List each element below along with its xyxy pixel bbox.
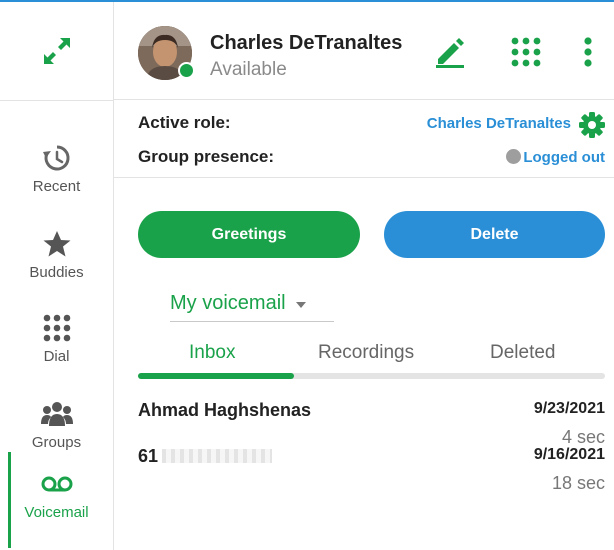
- nav-item-label: Voicemail: [24, 504, 89, 521]
- edit-button[interactable]: [430, 32, 470, 72]
- history-icon: [37, 140, 77, 176]
- expand-button[interactable]: [0, 2, 113, 101]
- voicemail-icon: [37, 466, 77, 502]
- message-date: 9/23/2021: [533, 400, 605, 417]
- header: Charles DeTranaltes Available: [114, 2, 614, 100]
- dialpad-icon: [511, 37, 541, 67]
- group-icon: [37, 396, 77, 432]
- active-role-value[interactable]: Charles DeTranaltes: [427, 115, 571, 132]
- nav-item-recent[interactable]: Recent: [0, 140, 113, 222]
- nav-item-voicemail[interactable]: Voicemail: [0, 466, 113, 548]
- presence-indicator-icon: [506, 149, 522, 164]
- active-role-label: Active role:: [138, 113, 231, 132]
- presence-dot: [178, 62, 195, 79]
- nav-item-label: Groups: [31, 434, 82, 451]
- tab-active-indicator: [138, 373, 294, 379]
- voicemail-select-value: My voicemail: [170, 292, 286, 314]
- expand-icon: [43, 38, 70, 64]
- nav-active-indicator: [8, 452, 11, 548]
- more-vertical-icon: [584, 37, 592, 67]
- message-duration: 4 sec: [561, 427, 605, 447]
- nav-item-label: Dial: [43, 348, 70, 365]
- nav-item-label: Buddies: [29, 264, 84, 281]
- voicemail-row[interactable]: 61 9/16/2021 18 sec: [114, 446, 614, 518]
- dialpad-button[interactable]: [506, 32, 546, 72]
- tab-deleted[interactable]: Deleted: [490, 342, 556, 364]
- caller-number: 61: [138, 446, 273, 467]
- caller-number-visible: 61: [138, 446, 159, 466]
- tab-recordings[interactable]: Recordings: [318, 342, 414, 364]
- star-icon: [37, 226, 77, 262]
- voicemail-select[interactable]: My voicemail: [170, 286, 334, 322]
- group-presence-label: Group presence:: [138, 147, 275, 166]
- gear-icon: [579, 112, 605, 138]
- redacted-text: [162, 449, 273, 463]
- nav-item-buddies[interactable]: Buddies: [0, 226, 113, 308]
- caller-name: Ahmad Haghshenas: [138, 400, 312, 420]
- greetings-button[interactable]: Greetings: [138, 211, 360, 258]
- tab-inbox[interactable]: Inbox: [189, 342, 235, 364]
- user-name: Charles DeTranaltes: [210, 32, 403, 54]
- message-date: 9/16/2021: [533, 446, 605, 463]
- group-presence-value[interactable]: Logged out: [506, 149, 605, 166]
- role-section: Active role: Charles DeTranaltes Group p…: [114, 100, 614, 178]
- nav-item-label: Recent: [32, 178, 81, 195]
- more-button[interactable]: [568, 32, 608, 72]
- left-nav: Recent Buddies Dial Groups Voicemail: [0, 2, 114, 550]
- nav-item-dial[interactable]: Dial: [0, 310, 113, 392]
- delete-button[interactable]: Delete: [384, 211, 605, 258]
- edit-icon: [436, 38, 464, 68]
- chevron-down-icon: [295, 301, 306, 308]
- group-presence-text: Logged out: [523, 149, 605, 166]
- role-settings-button[interactable]: [578, 111, 606, 139]
- user-status: Available: [210, 59, 287, 80]
- message-duration: 18 sec: [551, 473, 605, 493]
- dialpad-icon: [37, 310, 77, 346]
